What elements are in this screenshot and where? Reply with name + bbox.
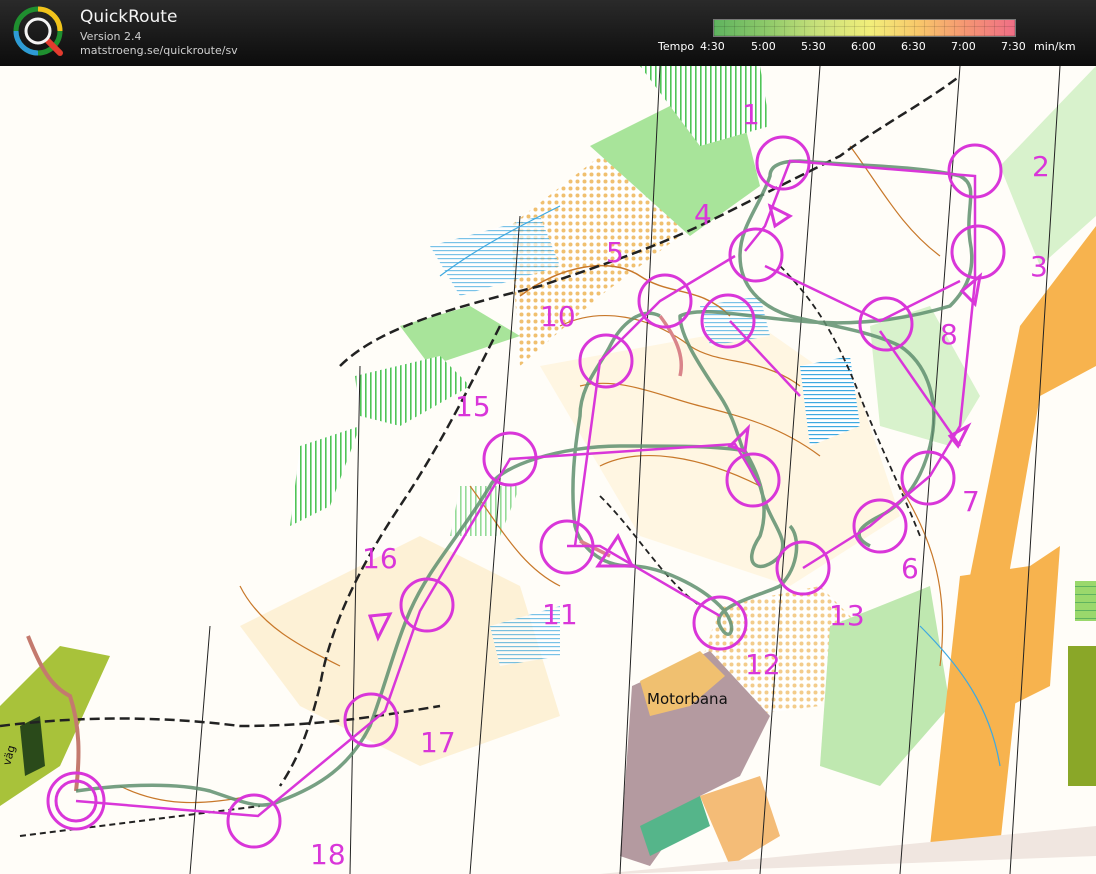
pace-tick: 4:30 — [700, 40, 725, 53]
control-number: 10 — [540, 300, 576, 333]
pace-tick: 7:30 — [1001, 40, 1026, 53]
control-number: 6 — [901, 552, 919, 585]
control-number: 8 — [940, 318, 958, 351]
pace-tick: 5:30 — [801, 40, 826, 53]
pace-color-scale — [713, 19, 1016, 37]
app-url: matstroeng.se/quickroute/sv — [80, 44, 238, 57]
motorbana-label: Motorbana — [647, 690, 728, 708]
control-number: 2 — [1032, 150, 1050, 183]
orienteering-map[interactable]: 1 2 3 4 5 6 7 8 10 11 12 13 15 16 17 18 … — [0, 66, 1096, 874]
pace-tick: 6:30 — [901, 40, 926, 53]
app-version: Version 2.4 — [80, 30, 142, 43]
control-number: 1 — [742, 98, 760, 131]
control-number: 13 — [829, 599, 865, 632]
quickroute-logo-icon — [13, 6, 63, 56]
app-header: QuickRoute Version 2.4 matstroeng.se/qui… — [0, 0, 1096, 66]
pace-unit: min/km — [1034, 40, 1076, 53]
control-number: 11 — [542, 598, 578, 631]
control-number: 12 — [745, 648, 781, 681]
terrain-base — [0, 66, 1096, 874]
control-number: 16 — [362, 542, 398, 575]
control-number: 7 — [962, 485, 980, 518]
pace-tick: 6:00 — [851, 40, 876, 53]
app-title: QuickRoute — [80, 7, 178, 27]
control-number: 17 — [420, 726, 456, 759]
control-number: 5 — [606, 236, 624, 269]
control-number: 4 — [694, 198, 712, 231]
pace-tick: 5:00 — [751, 40, 776, 53]
pace-scale-prefix: Tempo — [658, 40, 695, 53]
control-number: 3 — [1030, 250, 1048, 283]
control-number: 15 — [455, 390, 491, 423]
control-number: 18 — [310, 838, 346, 871]
pace-tick: 7:00 — [951, 40, 976, 53]
